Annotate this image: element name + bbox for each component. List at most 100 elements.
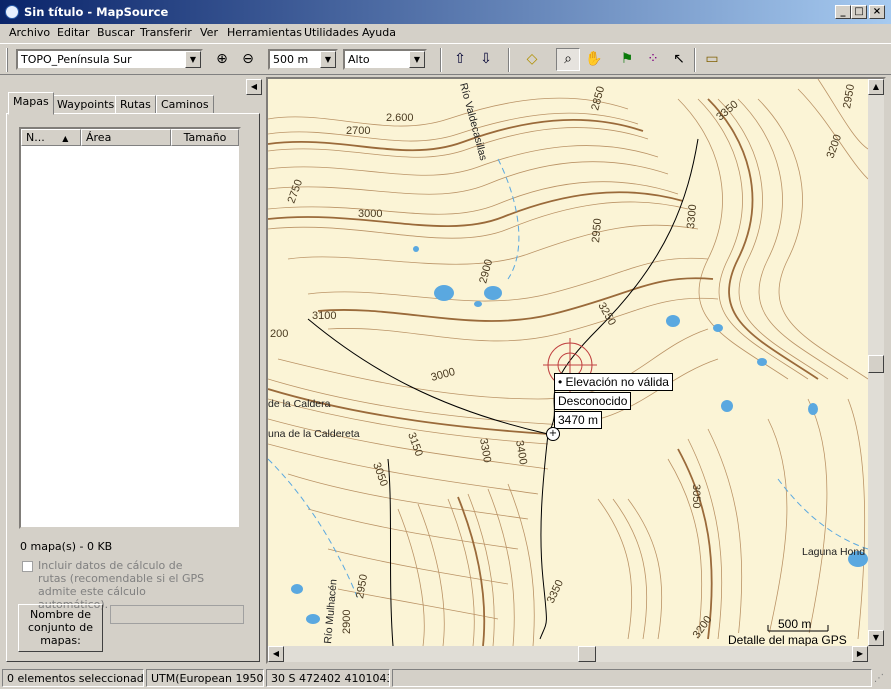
maps-list[interactable]: N... ▲ Área Tamaño	[19, 127, 241, 529]
zoom-tool-button[interactable]: ⌕	[556, 48, 580, 71]
contour-label: 3250	[595, 301, 618, 328]
hand-tool-button[interactable]: ✋	[582, 48, 606, 71]
map-detail-value: Alto	[348, 53, 370, 66]
receive-from-device-button[interactable]: ⇧	[448, 48, 472, 71]
menu-utilidades[interactable]: Utilidades	[304, 26, 359, 39]
chevron-down-icon[interactable]: ▼	[185, 51, 201, 68]
contour-label: 3400	[513, 439, 529, 465]
map-tool-button[interactable]: ◇	[520, 48, 544, 71]
scale-bar-label: 500 m	[778, 617, 812, 631]
contour-label: 3050	[690, 484, 702, 508]
menu-archivo[interactable]: Archivo	[9, 26, 50, 39]
resize-grip-icon[interactable]: ⋰	[874, 673, 888, 687]
place-label: de la Caldera	[268, 398, 331, 410]
status-coordinates: 30 S 472402 4101043	[266, 669, 390, 687]
contour-map-graphic: 2850 2700 2.600 2750 3000 2900 2950 3300…	[268, 79, 868, 646]
contour-label: 2950	[590, 218, 604, 243]
map-view-frame: 2850 2700 2.600 2750 3000 2900 2950 3300…	[266, 77, 886, 664]
index-contours	[268, 98, 819, 646]
tab-waypoints[interactable]: Waypoints	[52, 95, 120, 114]
scroll-left-button[interactable]: ◀	[268, 646, 284, 662]
contour-label: 3300	[685, 204, 699, 229]
product-select[interactable]: TOPO_Península Sur ▼	[16, 49, 203, 70]
column-header-name-label: N...	[26, 131, 45, 144]
zoom-in-icon: ⊕	[216, 51, 228, 67]
tab-rutas[interactable]: Rutas	[115, 95, 156, 114]
zoom-tool-icon: ⌕	[564, 51, 572, 67]
menu-ayuda[interactable]: Ayuda	[362, 26, 396, 39]
map-detail-select[interactable]: Alto ▼	[343, 49, 427, 70]
toolbar: TOPO_Península Sur ▼ ⊕ ⊖ 500 m ▼ Alto ▼ …	[0, 43, 891, 75]
toolbar-separator	[440, 48, 442, 72]
zoom-scale-select[interactable]: 500 m ▼	[268, 49, 338, 70]
contour-label: 2900	[477, 258, 495, 285]
status-bar: 0 elementos seleccionados UTM(European 1…	[0, 667, 891, 689]
contour-label: 2900	[341, 610, 353, 634]
horizontal-scroll-thumb[interactable]	[578, 646, 596, 662]
column-header-name[interactable]: N... ▲	[21, 129, 81, 146]
contour-label: 3200	[825, 133, 845, 160]
menu-editar[interactable]: Editar	[57, 26, 90, 39]
waypoint-tool-button[interactable]: ⚑	[615, 48, 639, 71]
contour-label: 2.600	[386, 112, 414, 124]
contour-labels: 2850 2700 2.600 2750 3000 2900 2950 3300…	[270, 83, 857, 640]
menu-herramientas[interactable]: Herramientas	[227, 26, 302, 39]
contour-label: 3350	[545, 578, 566, 605]
status-selection: 0 elementos seleccionados	[2, 669, 144, 687]
maps-summary: 0 mapa(s) - 0 KB	[20, 540, 113, 553]
hover-tooltip-elevation: • Elevación no válida	[554, 373, 673, 391]
send-to-device-button[interactable]: ⇩	[474, 48, 498, 71]
minimize-button[interactable]: _	[835, 5, 851, 19]
contour-label: 3100	[312, 310, 336, 322]
place-label: Laguna Hond	[802, 546, 865, 558]
status-datum: UTM(European 1950)	[146, 669, 264, 687]
mapset-name-button[interactable]: Nombre de conjunto de mapas:	[18, 604, 103, 652]
send-to-device-icon: ⇩	[480, 51, 492, 67]
map-horizontal-scrollbar[interactable]: ◀ ▶	[268, 646, 868, 662]
contour-label: 2850	[589, 85, 607, 112]
menu-buscar[interactable]: Buscar	[97, 26, 135, 39]
mapset-name-field[interactable]	[110, 605, 244, 624]
chevron-down-icon[interactable]: ▼	[320, 51, 336, 68]
zoom-out-icon: ⊖	[242, 51, 254, 67]
vertical-scroll-thumb[interactable]	[868, 355, 884, 373]
map-detail-label: Detalle del mapa GPS	[728, 633, 847, 646]
menu-ver[interactable]: Ver	[200, 26, 218, 39]
status-extra	[392, 669, 872, 687]
chevron-down-icon[interactable]: ▼	[409, 51, 425, 68]
close-button[interactable]: ×	[869, 5, 885, 19]
map-vertical-scrollbar[interactable]: ▲ ▼	[868, 79, 884, 646]
receive-from-device-icon: ⇧	[454, 51, 466, 67]
zoom-in-button[interactable]: ⊕	[210, 48, 234, 71]
contour-label: 3050	[370, 461, 390, 488]
column-header-area[interactable]: Área	[81, 129, 171, 146]
collapse-panel-button[interactable]: ◀	[246, 79, 262, 95]
scroll-down-button[interactable]: ▼	[868, 630, 884, 646]
route-tool-button[interactable]: ⁘	[641, 48, 665, 71]
place-label: Río Mulhacén	[322, 579, 340, 645]
tab-mapas[interactable]: Mapas	[8, 92, 54, 115]
scroll-up-button[interactable]: ▲	[868, 79, 884, 95]
tab-caminos[interactable]: Caminos	[156, 95, 214, 114]
sort-ascending-icon: ▲	[62, 134, 69, 143]
toolbar-separator	[694, 48, 696, 72]
contour-label: 200	[270, 328, 288, 340]
hand-tool-icon: ✋	[585, 51, 603, 67]
place-label: Río Valdecasillas	[457, 82, 489, 162]
mapsource-app-icon[interactable]	[5, 5, 19, 19]
tooltip-elevation-text: Elevación no válida	[565, 375, 669, 389]
selection-tool-button[interactable]: ↖	[667, 48, 691, 71]
contour-label: 3350	[714, 98, 740, 123]
topographic-map[interactable]: 2850 2700 2.600 2750 3000 2900 2950 3300…	[268, 79, 868, 646]
toolbar-grip[interactable]	[6, 48, 8, 72]
waypoint-tool-icon: ⚑	[620, 51, 634, 67]
maximize-button[interactable]: □	[851, 5, 867, 19]
contour-label: 3000	[358, 208, 382, 220]
scroll-right-button[interactable]: ▶	[852, 646, 868, 662]
product-select-value: TOPO_Península Sur	[21, 53, 132, 66]
menu-transferir[interactable]: Transferir	[140, 26, 192, 39]
column-header-size[interactable]: Tamaño	[171, 129, 239, 146]
zoom-out-button[interactable]: ⊖	[236, 48, 260, 71]
include-routing-checkbox[interactable]	[22, 561, 33, 572]
distance-tool-button[interactable]: ▭	[700, 48, 724, 71]
